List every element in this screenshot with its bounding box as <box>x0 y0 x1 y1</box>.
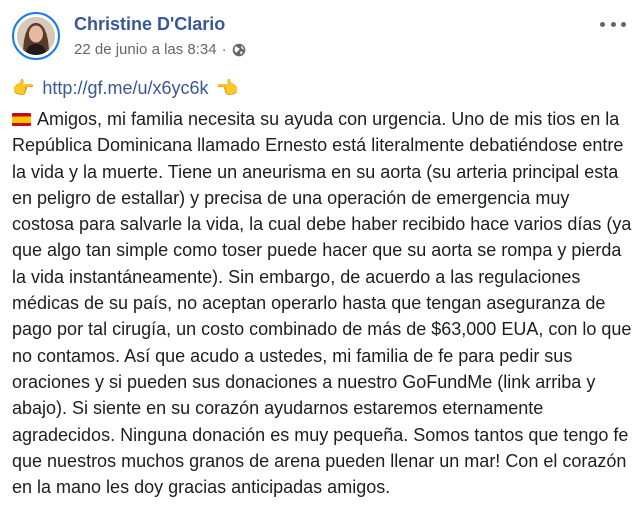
link-line: 👉 http://gf.me/u/x6yc6k 👉 <box>12 76 239 100</box>
spain-flag-icon <box>12 113 31 126</box>
avatar[interactable] <box>12 12 60 60</box>
pointing-left-emoji-icon: 👉 <box>216 78 239 98</box>
globe-icon[interactable] <box>232 43 246 57</box>
more-options-button[interactable] <box>600 16 626 32</box>
post-meta: 22 de junio a las 8:34 · <box>74 41 246 58</box>
post-body-text: Amigos, mi familia necesita su ayuda con… <box>12 109 632 498</box>
post-timestamp[interactable]: 22 de junio a las 8:34 <box>74 41 217 58</box>
post-body: Amigos, mi familia necesita su ayuda con… <box>12 106 632 500</box>
more-dot <box>600 21 605 27</box>
avatar-photo <box>17 17 55 55</box>
gofundme-link[interactable]: http://gf.me/u/x6yc6k <box>42 76 208 100</box>
more-dot <box>610 21 616 27</box>
pointing-right-emoji-icon: 👉 <box>12 78 35 98</box>
more-dot <box>621 21 626 27</box>
meta-separator: · <box>221 41 227 58</box>
post-header: Christine D'Clario 22 de junio a las 8:3… <box>12 10 628 66</box>
author-name[interactable]: Christine D'Clario <box>74 14 225 35</box>
